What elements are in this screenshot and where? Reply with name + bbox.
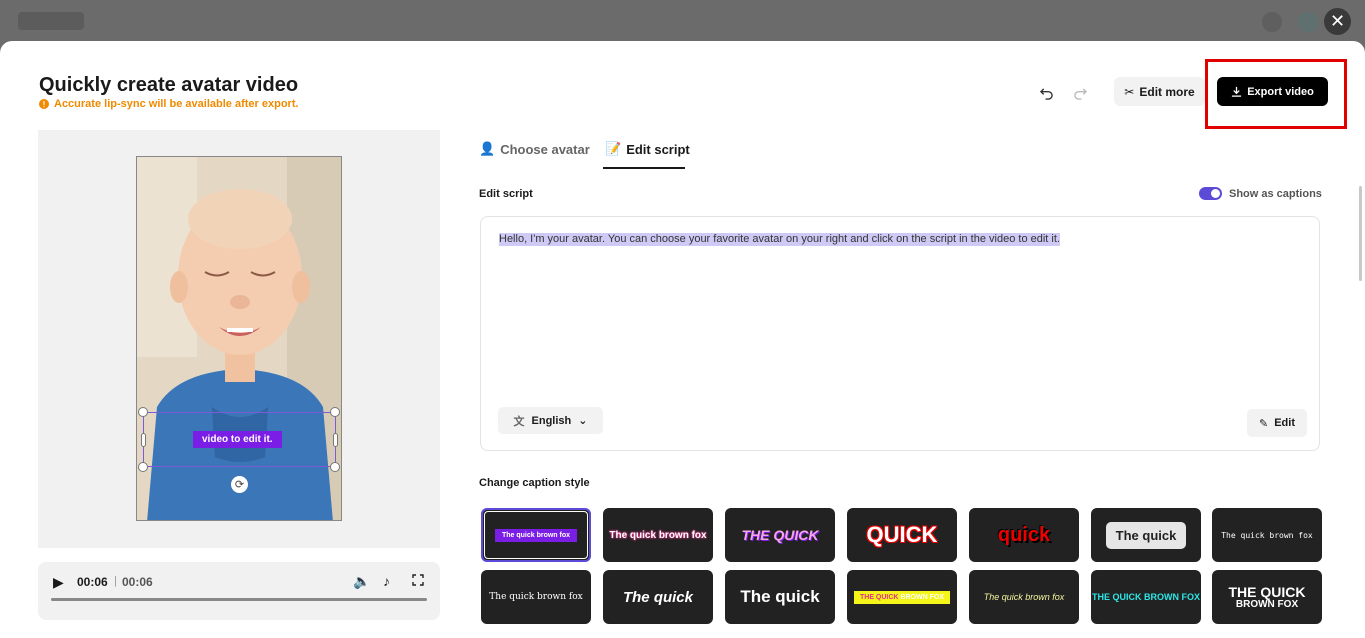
style-preview-text: THE QUICK bbox=[741, 527, 819, 543]
resize-handle[interactable] bbox=[138, 462, 148, 472]
style-preview-text: The quick brown fox bbox=[983, 592, 1065, 602]
caption-style-option[interactable]: THE QUICK BROWN FOX bbox=[1212, 570, 1322, 624]
caption-style-option[interactable]: The quick brown fox bbox=[603, 508, 713, 562]
resize-handle[interactable] bbox=[141, 433, 146, 447]
chevron-down-icon: ⌄ bbox=[578, 415, 588, 427]
style-preview-text: The quick brown fox bbox=[494, 528, 578, 542]
style-preview-text: quick bbox=[997, 523, 1051, 546]
play-button[interactable]: ▶ bbox=[53, 574, 64, 591]
resize-handle[interactable] bbox=[138, 407, 148, 417]
export-video-label: Export video bbox=[1247, 85, 1314, 98]
tab-choose-avatar[interactable]: 👤 Choose avatar bbox=[479, 141, 590, 157]
style-preview-text: THE QUICK BROWN FOX bbox=[853, 590, 950, 604]
style-preview-text: The quick bbox=[740, 587, 820, 606]
video-player-controls: ▶ 00:06 | 00:06 🔈 ♪ bbox=[38, 562, 440, 620]
language-label: English bbox=[531, 414, 572, 427]
undo-button[interactable] bbox=[1036, 83, 1056, 103]
script-editor[interactable]: Hello, I'm your avatar. You can choose y… bbox=[480, 216, 1320, 451]
total-time: 00:06 bbox=[122, 575, 153, 589]
caption-style-option[interactable]: The quick bbox=[725, 570, 835, 624]
resize-handle[interactable] bbox=[333, 433, 338, 447]
background-icon bbox=[1262, 12, 1282, 32]
rotate-handle[interactable]: ⟳ bbox=[231, 476, 248, 493]
style-preview-line2: BROWN FOX bbox=[1235, 598, 1299, 610]
fullscreen-button[interactable] bbox=[412, 573, 424, 589]
style-preview-line1: THE QUICK bbox=[1228, 583, 1306, 600]
redo-button[interactable] bbox=[1070, 83, 1090, 103]
caption-style-option[interactable]: The quick bbox=[1091, 508, 1201, 562]
style-preview-rest: BROWN FOX bbox=[900, 593, 944, 601]
notice-text: Accurate lip-sync will be available afte… bbox=[54, 98, 299, 110]
caption-style-option[interactable]: The quick bbox=[603, 570, 713, 624]
play-icon: ▶ bbox=[53, 574, 64, 590]
rotate-icon: ⟳ bbox=[234, 479, 245, 491]
toggle-switch[interactable] bbox=[1199, 187, 1222, 200]
pencil-icon: ✎ bbox=[1259, 417, 1269, 430]
translate-icon: 文 bbox=[513, 415, 525, 428]
background-app-header bbox=[0, 0, 1365, 41]
style-preview-text: The quick brown fox bbox=[489, 592, 583, 602]
redo-icon bbox=[1073, 87, 1087, 100]
download-icon bbox=[1232, 86, 1242, 97]
info-icon: ! bbox=[39, 99, 49, 109]
caption-style-option[interactable]: quick bbox=[969, 508, 1079, 562]
tiktok-button[interactable]: ♪ bbox=[383, 573, 390, 589]
modal-title: Quickly create avatar video bbox=[39, 74, 299, 96]
edit-more-label: Edit more bbox=[1139, 84, 1195, 99]
current-time: 00:06 bbox=[77, 575, 108, 589]
active-tab-indicator bbox=[603, 167, 685, 169]
caption-style-label: Change caption style bbox=[479, 477, 590, 489]
resize-handle[interactable] bbox=[330, 462, 340, 472]
caption-style-option[interactable]: QUICK bbox=[847, 508, 957, 562]
show-captions-toggle[interactable]: Show as captions bbox=[1199, 187, 1322, 200]
lip-sync-notice: ! Accurate lip-sync will be available af… bbox=[39, 98, 299, 110]
background-logo bbox=[18, 12, 84, 30]
playback-progress-bar[interactable] bbox=[51, 598, 427, 601]
tab-label: Choose avatar bbox=[500, 141, 590, 157]
volume-button[interactable]: 🔈 bbox=[353, 573, 370, 590]
caption-style-option[interactable]: The quick brown fox bbox=[969, 570, 1079, 624]
edit-more-button[interactable]: ✂ Edit more bbox=[1114, 77, 1205, 106]
language-select[interactable]: 文 English ⌄ bbox=[498, 407, 603, 434]
video-preview-panel: video to edit it. ⟳ bbox=[38, 130, 440, 548]
caption-style-option[interactable]: The quick brown fox bbox=[1212, 508, 1322, 562]
caption-style-option[interactable]: THE QUICK BROWN FOX bbox=[847, 570, 957, 624]
background-icon bbox=[1298, 12, 1318, 32]
fullscreen-icon bbox=[412, 574, 424, 586]
close-icon: ✕ bbox=[1329, 11, 1346, 31]
tiktok-icon: ♪ bbox=[383, 573, 390, 589]
script-text[interactable]: Hello, I'm your avatar. You can choose y… bbox=[499, 233, 1060, 246]
avatar-icon: 👤 bbox=[479, 141, 496, 156]
scissors-icon: ✂ bbox=[1124, 84, 1135, 99]
edit-script-button[interactable]: ✎ Edit bbox=[1247, 409, 1307, 437]
style-preview-text: THE QUICK BROWN FOX bbox=[1092, 592, 1200, 602]
style-preview-highlight: THE QUICK bbox=[859, 593, 899, 601]
time-separator: | bbox=[114, 575, 117, 587]
resize-handle[interactable] bbox=[330, 407, 340, 417]
caption-style-option[interactable]: The quick brown fox bbox=[481, 570, 591, 624]
scrollbar[interactable] bbox=[1359, 186, 1362, 281]
script-icon: 📝 bbox=[605, 141, 622, 156]
close-modal-button[interactable]: ✕ bbox=[1324, 8, 1351, 35]
edit-label: Edit bbox=[1274, 417, 1295, 429]
style-preview-text: The quick brown fox bbox=[609, 529, 707, 541]
undo-icon bbox=[1039, 87, 1053, 100]
video-caption[interactable]: video to edit it. bbox=[193, 431, 282, 448]
caption-style-option[interactable]: THE QUICK BROWN FOX bbox=[1091, 570, 1201, 624]
tab-label: Edit script bbox=[626, 141, 690, 157]
export-video-button[interactable]: Export video bbox=[1217, 77, 1328, 106]
tab-edit-script[interactable]: 📝 Edit script bbox=[605, 141, 690, 157]
avatar-video[interactable]: video to edit it. ⟳ bbox=[136, 156, 342, 521]
style-preview-text: The quick bbox=[1105, 521, 1187, 549]
caption-style-option[interactable]: The quick brown fox bbox=[481, 508, 591, 562]
volume-icon: 🔈 bbox=[353, 573, 371, 589]
avatar-video-modal: Quickly create avatar video ! Accurate l… bbox=[0, 41, 1365, 638]
edit-script-label: Edit script bbox=[479, 188, 533, 200]
toggle-label: Show as captions bbox=[1229, 187, 1322, 200]
style-preview-text: The quick brown fox bbox=[1221, 530, 1313, 540]
style-preview-text: QUICK bbox=[866, 522, 938, 547]
caption-style-option[interactable]: THE QUICK bbox=[725, 508, 835, 562]
style-preview-text: The quick bbox=[622, 588, 693, 606]
